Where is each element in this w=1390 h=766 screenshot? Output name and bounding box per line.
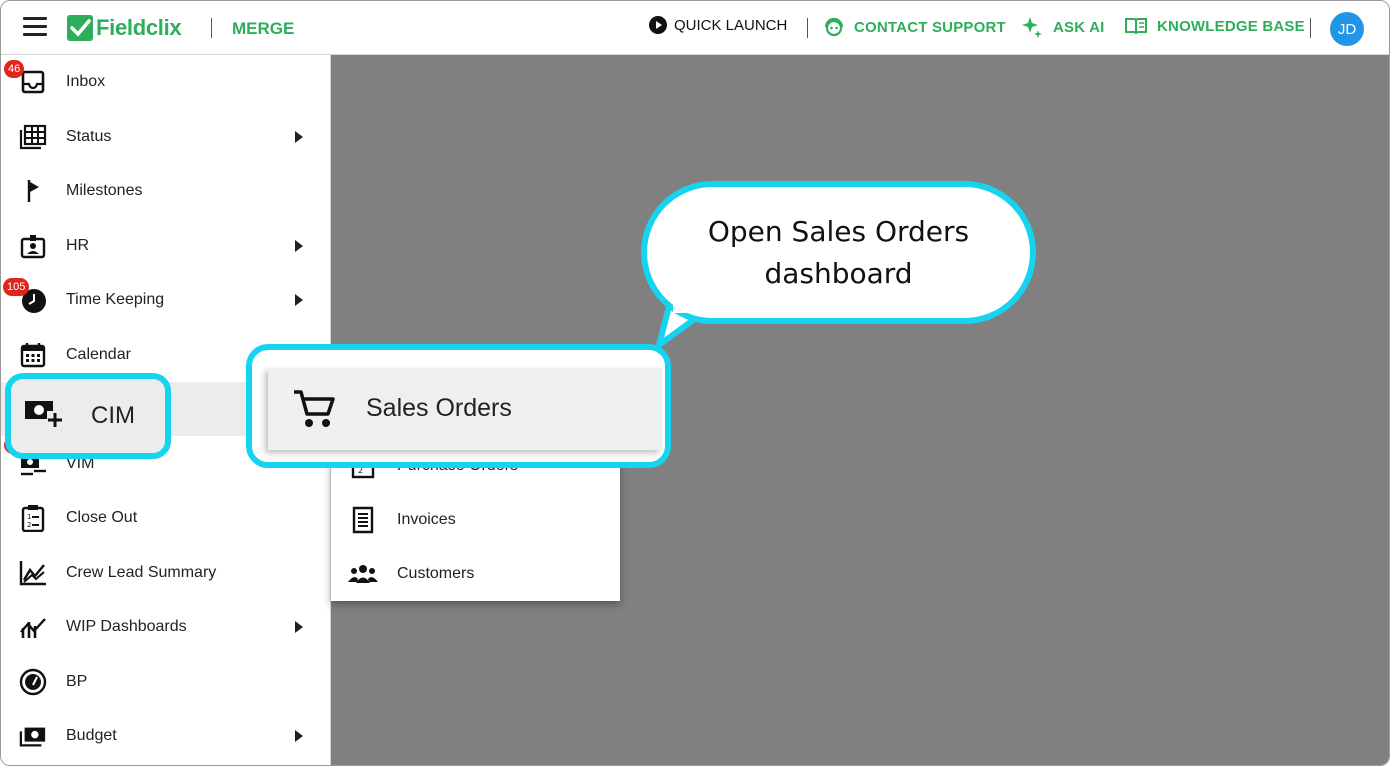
submenu-arrow-icon xyxy=(295,621,303,633)
sidebar-item-crew-lead-summary[interactable]: Crew Lead Summary xyxy=(1,546,331,600)
ask-ai-button[interactable]: ASK AI xyxy=(1021,16,1104,38)
line-chart-icon xyxy=(19,559,47,587)
callout-text: Open Sales Orders dashboard xyxy=(707,214,970,290)
sidebar-item-label: CIM xyxy=(91,402,135,429)
logo-text: Fieldclix xyxy=(96,15,182,40)
cart-icon xyxy=(292,388,336,435)
sparkle-icon xyxy=(1022,17,1042,38)
inbox-count-badge: 46 xyxy=(4,60,25,78)
sidebar-item-label: Close Out xyxy=(66,509,138,526)
submenu-item-sales-orders[interactable]: Sales Orders xyxy=(268,368,662,450)
sidebar-item-label: Time Keeping xyxy=(66,291,165,308)
sales-orders-highlight: Sales Orders xyxy=(246,344,671,468)
sidebar-item-label: Inbox xyxy=(66,73,106,90)
app-window: Fieldclix MERGE QUICK LAUNCH CONTACT SUP… xyxy=(0,0,1390,766)
sidebar-item-wip-dashboards[interactable]: WIP Dashboards xyxy=(1,600,331,654)
money-add-icon xyxy=(23,397,63,434)
knowledge-base-button[interactable]: KNOWLEDGE BASE xyxy=(1124,16,1305,36)
sidebar-item-budget[interactable]: Budget xyxy=(1,709,331,763)
submenu-item-label: Invoices xyxy=(397,511,456,528)
quick-launch-label: QUICK LAUNCH xyxy=(674,16,788,34)
submenu-item-invoices[interactable]: Invoices xyxy=(331,493,620,547)
sidebar-item-bp[interactable]: BP xyxy=(1,655,331,709)
callout-seam xyxy=(673,301,719,313)
divider xyxy=(1310,18,1311,38)
user-avatar[interactable]: JD xyxy=(1330,12,1364,46)
clipboard-list-icon: 12 xyxy=(19,504,47,532)
sidebar-item-label: Crew Lead Summary xyxy=(66,564,217,581)
submenu-arrow-icon xyxy=(295,131,303,143)
support-agent-icon xyxy=(824,17,844,37)
svg-text:2: 2 xyxy=(27,521,31,529)
knowledge-base-label: KNOWLEDGE BASE xyxy=(1157,17,1305,35)
submenu-arrow-icon xyxy=(295,294,303,306)
play-circle-icon xyxy=(649,16,667,34)
sidebar-item-label: Status xyxy=(66,128,112,145)
submenu-item-label: Customers xyxy=(397,565,475,582)
quick-launch-button[interactable]: QUICK LAUNCH xyxy=(649,16,787,34)
table-icon xyxy=(19,123,47,151)
svg-text:1: 1 xyxy=(27,513,31,521)
sidebar-item-status[interactable]: Status xyxy=(1,110,331,164)
sidebar-item-inbox[interactable]: 46 Inbox xyxy=(1,55,331,109)
ask-ai-label: ASK AI xyxy=(1053,18,1105,36)
submenu-arrow-icon xyxy=(295,730,303,742)
sidebar-item-label: Budget xyxy=(66,727,117,744)
trend-chart-icon xyxy=(19,613,47,641)
submenu-item-label: Sales Orders xyxy=(366,394,512,422)
id-badge-icon xyxy=(19,232,47,260)
sidebar-item-label: BP xyxy=(66,673,88,690)
contact-support-button[interactable]: CONTACT SUPPORT xyxy=(823,16,1006,38)
submenu-item-customers[interactable]: Customers xyxy=(331,547,620,601)
sidebar-item-label: Milestones xyxy=(66,182,143,199)
calendar-icon xyxy=(19,341,47,369)
submenu-arrow-icon xyxy=(295,240,303,252)
top-bar: Fieldclix MERGE QUICK LAUNCH CONTACT SUP… xyxy=(1,1,1389,55)
gauge-icon xyxy=(19,668,47,696)
contact-support-label: CONTACT SUPPORT xyxy=(854,18,1006,36)
logo[interactable]: Fieldclix xyxy=(67,14,182,42)
customers-icon xyxy=(347,560,379,588)
invoice-icon xyxy=(347,506,379,534)
logo-check-icon xyxy=(67,15,93,41)
app-name[interactable]: MERGE xyxy=(232,19,294,39)
time-keeping-count-badge: 105 xyxy=(3,278,30,296)
sidebar-item-label: Calendar xyxy=(66,346,131,363)
sidebar-item-time-keeping[interactable]: 105 Time Keeping xyxy=(1,273,331,327)
sidebar-item-hr[interactable]: HR xyxy=(1,219,331,273)
book-open-icon xyxy=(1125,18,1147,35)
divider xyxy=(211,18,212,38)
sidebar-item-cim[interactable]: CIM xyxy=(5,373,171,459)
sidebar-item-milestones[interactable]: Milestones xyxy=(1,164,331,218)
sidebar-item-close-out[interactable]: 12 Close Out xyxy=(1,491,331,545)
flag-icon xyxy=(19,177,47,205)
hamburger-menu-icon[interactable] xyxy=(23,17,47,37)
sidebar-item-label: WIP Dashboards xyxy=(66,618,187,635)
sidebar-item-label: HR xyxy=(66,237,90,254)
divider xyxy=(807,18,808,38)
money-icon xyxy=(19,722,47,750)
